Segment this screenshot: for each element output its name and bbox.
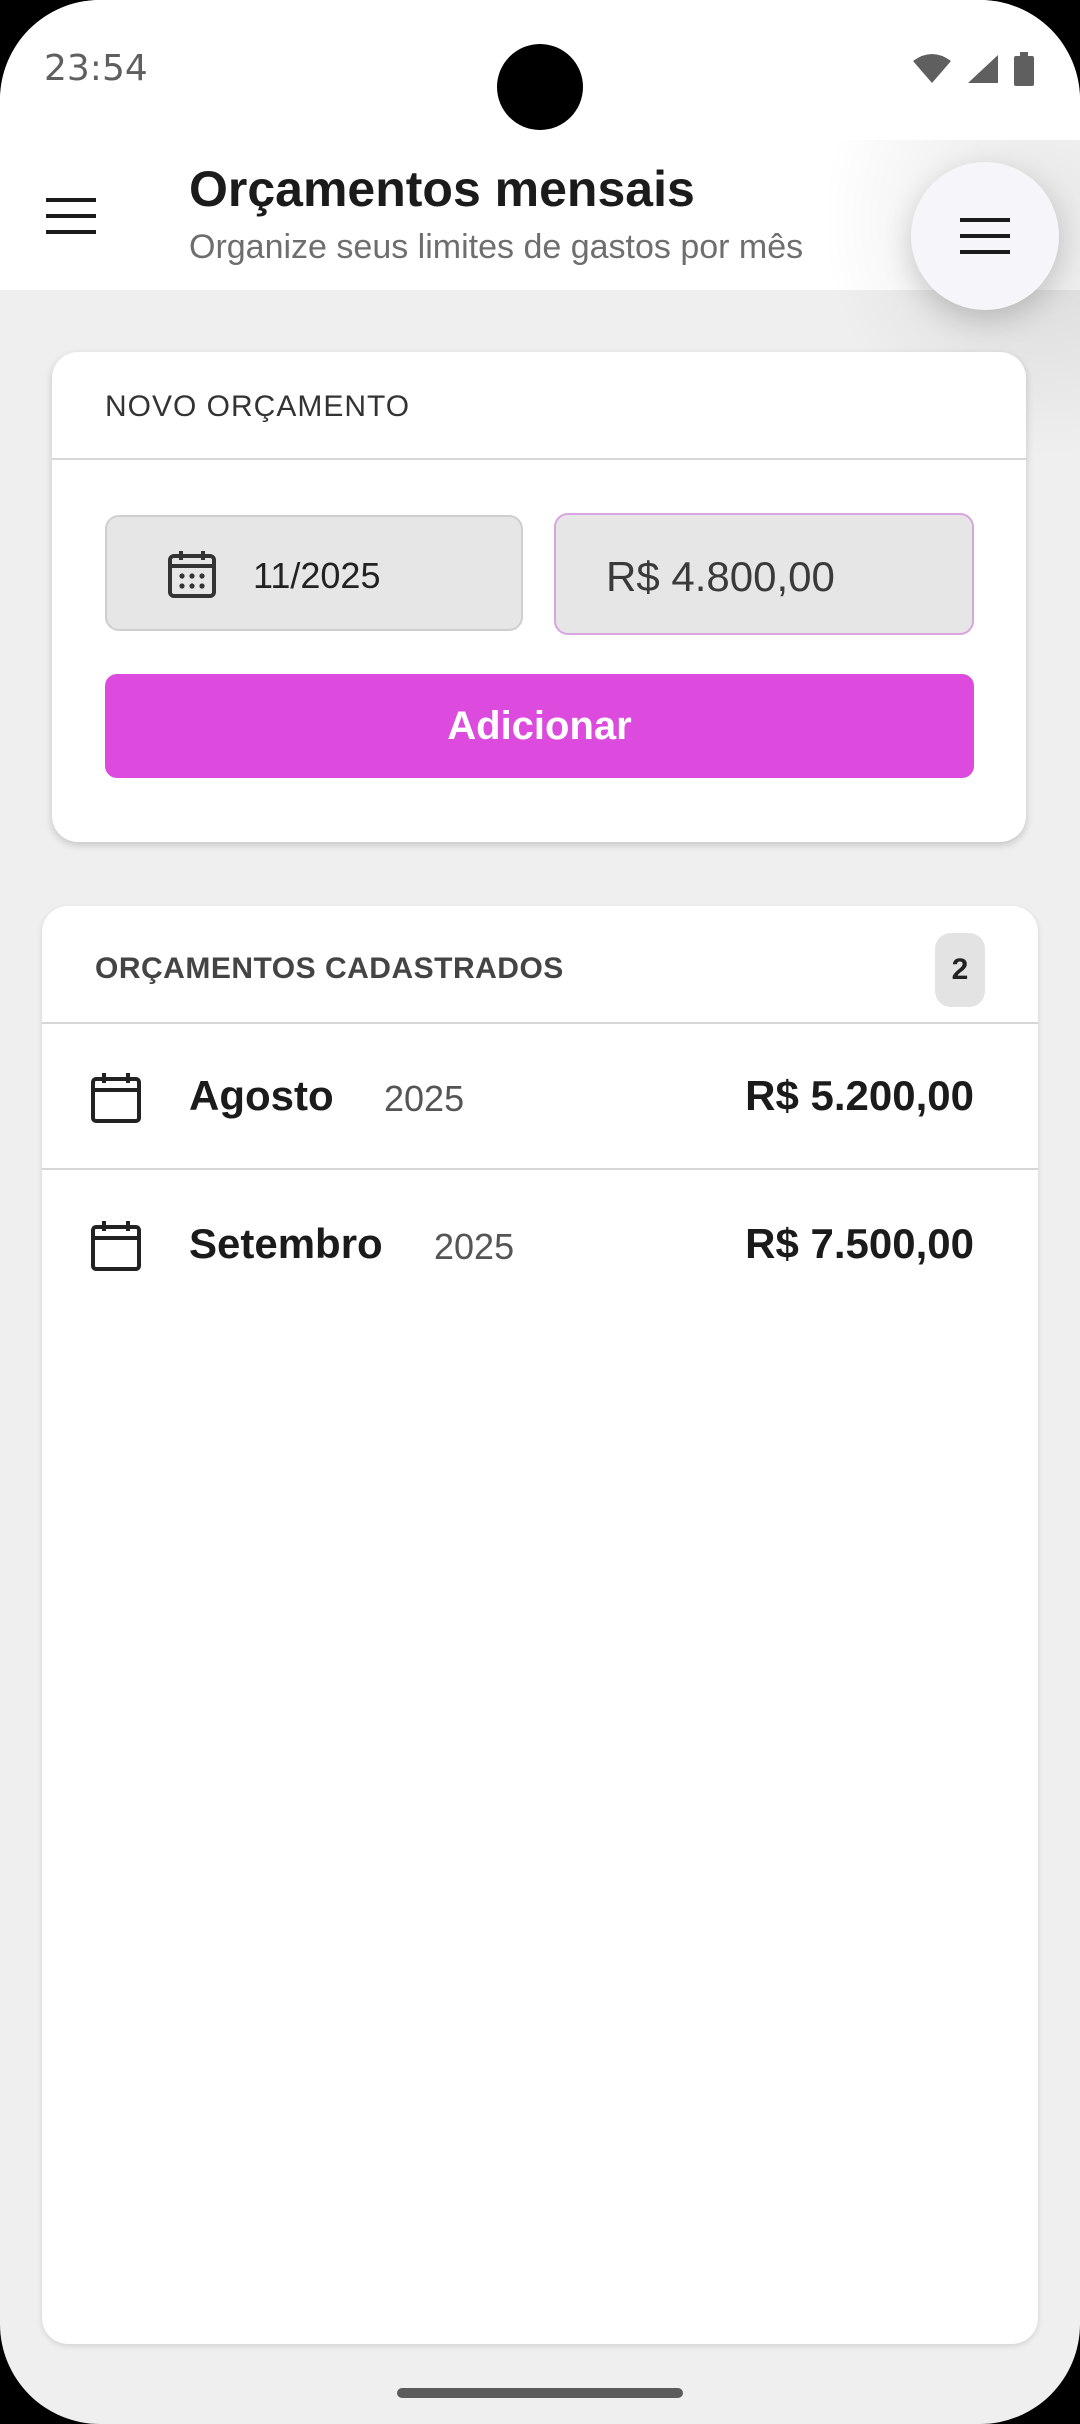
budget-year: 2025 <box>384 1078 465 1119</box>
list-item[interactable]: Setembro 2025 R$ 7.500,00 <box>42 1170 1038 1316</box>
calendar-icon <box>91 1073 141 1123</box>
status-bar: 23:54 <box>0 0 1080 140</box>
month-picker-field[interactable]: 11/2025 <box>105 515 523 631</box>
home-indicator[interactable] <box>397 2388 683 2398</box>
app-screen: 23:54 Orçamentos mensais Organize seus l… <box>0 0 1080 2424</box>
new-budget-card: NOVO ORÇAMENTO 11/2025 R$ 4.800,00 Adici… <box>52 352 1026 842</box>
calendar-icon <box>168 551 216 598</box>
month-value: 11/2025 <box>253 555 381 596</box>
registered-budgets-header: ORÇAMENTOS CADASTRADOS 2 <box>42 906 1038 1024</box>
amount-input[interactable]: R$ 4.800,00 <box>554 513 974 635</box>
new-budget-title: NOVO ORÇAMENTO <box>105 390 411 423</box>
wifi-icon <box>913 54 951 83</box>
signal-icon <box>968 55 998 83</box>
new-budget-header: NOVO ORÇAMENTO <box>52 352 1026 460</box>
list-item[interactable]: Agosto 2025 R$ 5.200,00 <box>42 1022 1038 1170</box>
budget-month: Agosto <box>189 1072 334 1119</box>
status-time: 23:54 <box>44 48 148 89</box>
floating-menu-button[interactable] <box>911 162 1059 310</box>
page-subtitle: Organize seus limites de gastos por mês <box>189 228 804 266</box>
calendar-icon <box>91 1221 141 1271</box>
amount-value: R$ 4.800,00 <box>606 553 835 600</box>
camera-cutout <box>497 44 583 130</box>
battery-icon <box>1014 52 1034 86</box>
budget-amount: R$ 5.200,00 <box>745 1072 974 1119</box>
count-badge: 2 <box>935 933 985 1007</box>
budget-month: Setembro <box>189 1220 383 1267</box>
registered-budgets-card: ORÇAMENTOS CADASTRADOS 2 Agosto 2025 R$ … <box>42 906 1038 2344</box>
add-button-label: Adicionar <box>447 703 632 748</box>
menu-icon[interactable] <box>46 198 98 234</box>
budget-year: 2025 <box>434 1226 515 1267</box>
add-button[interactable]: Adicionar <box>105 674 974 778</box>
status-icons <box>912 52 1034 86</box>
registered-budgets-title: ORÇAMENTOS CADASTRADOS <box>95 952 564 985</box>
budget-amount: R$ 7.500,00 <box>745 1220 974 1267</box>
page-title: Orçamentos mensais <box>189 161 695 217</box>
menu-icon <box>960 218 1010 254</box>
